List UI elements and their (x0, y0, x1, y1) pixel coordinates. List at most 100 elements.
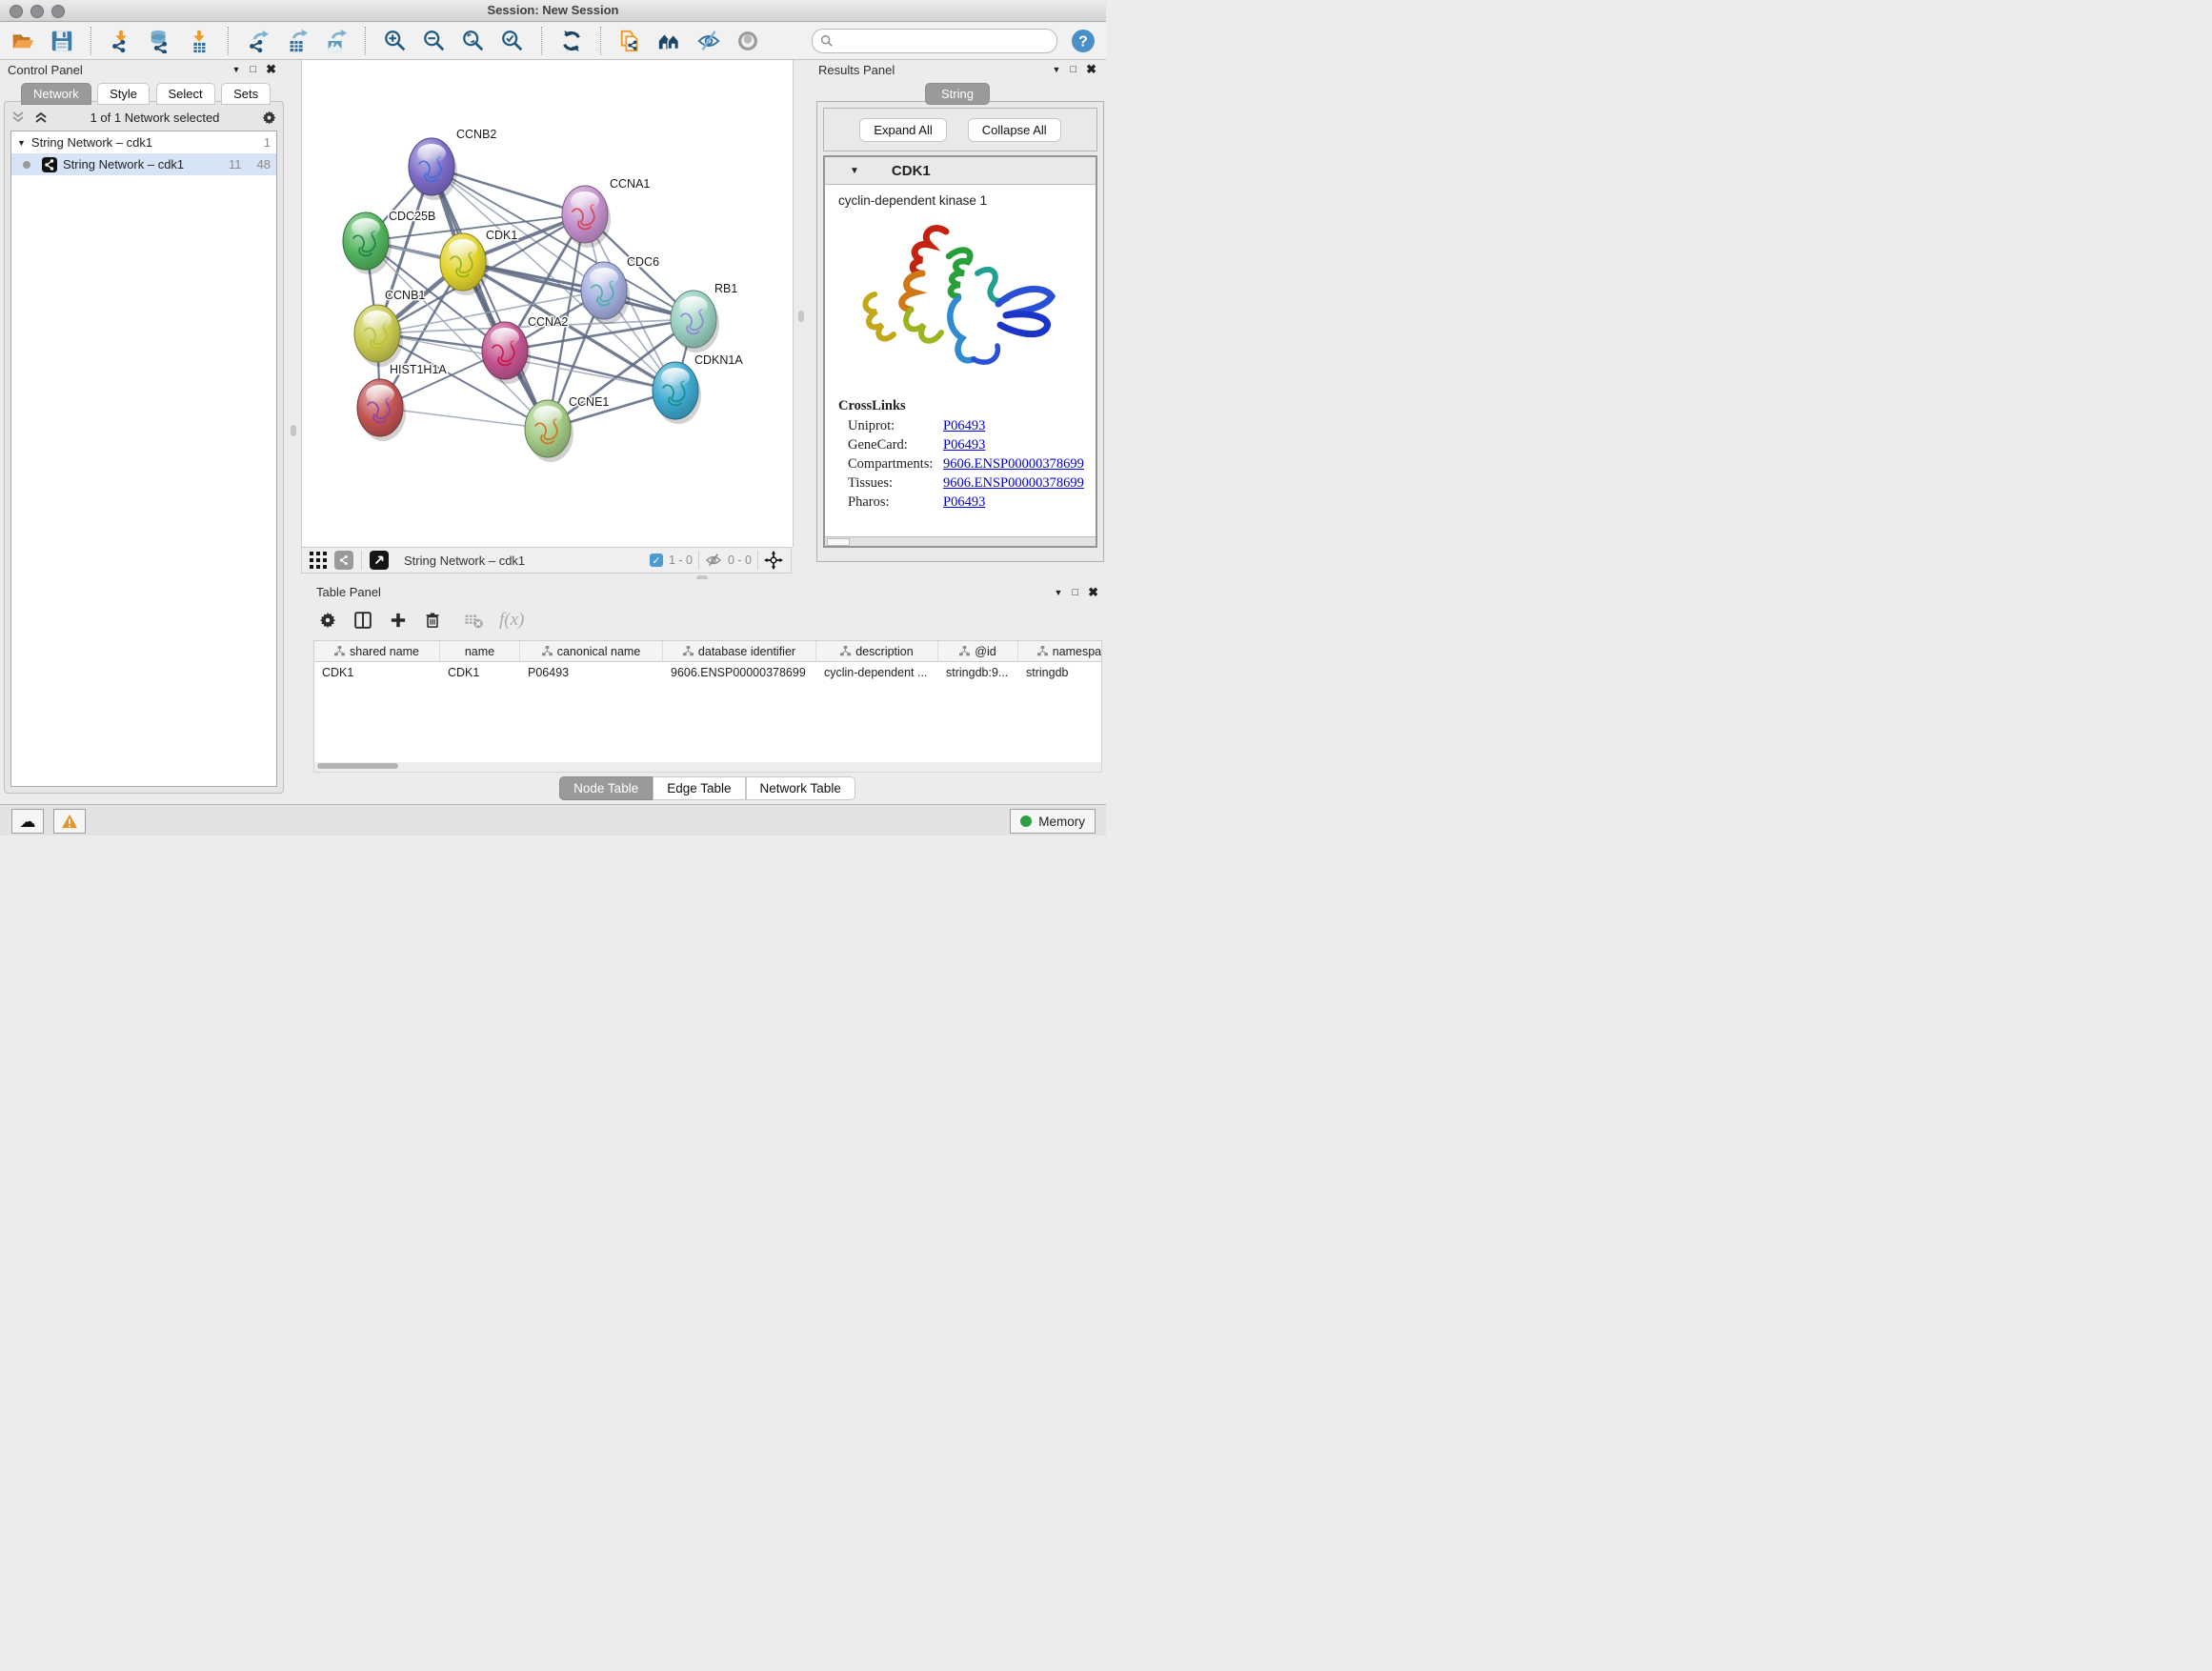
compartments-link[interactable]: 9606.ENSP00000378699 (943, 456, 1084, 473)
panel-float-icon[interactable]: □ (250, 64, 256, 75)
grid-view-icon[interactable] (310, 552, 327, 569)
detach-view-icon[interactable] (370, 551, 389, 570)
panel-float-icon[interactable]: □ (1072, 587, 1078, 598)
fit-content-crosshair-icon[interactable] (764, 551, 783, 570)
network-node[interactable] (482, 322, 531, 384)
protein-description: cyclin-dependent kinase 1 (825, 185, 1096, 208)
create-column-icon[interactable] (389, 611, 408, 630)
column-header[interactable]: shared name (314, 641, 440, 661)
splitter-handle[interactable] (291, 425, 296, 436)
tab-string[interactable]: String (925, 83, 990, 105)
panel-collapse-icon[interactable]: ▼ (1055, 588, 1063, 597)
svg-text:?: ? (1078, 33, 1088, 50)
splitter-handle[interactable] (798, 311, 804, 322)
network-node[interactable] (440, 233, 489, 295)
import-table-icon[interactable] (186, 28, 212, 54)
gear-icon[interactable] (261, 110, 277, 126)
panel-close-icon[interactable]: ✖ (1088, 585, 1098, 600)
network-row[interactable]: String Network – cdk1 11 48 (11, 153, 276, 175)
cell-name[interactable]: CDK1 (440, 662, 520, 682)
table-horizontal-scrollbar[interactable] (313, 762, 1102, 773)
cloud-icon: ☁ (20, 814, 36, 830)
search-box[interactable] (812, 29, 1057, 53)
network-node[interactable] (653, 362, 701, 424)
network-node[interactable] (357, 379, 406, 441)
cell-canonical-name[interactable]: P06493 (520, 662, 663, 682)
zoom-window-button[interactable] (51, 5, 65, 18)
genecard-link[interactable]: P06493 (943, 437, 985, 453)
panel-collapse-icon[interactable]: ▼ (1053, 65, 1061, 74)
zoom-fit-icon[interactable] (460, 28, 487, 54)
panel-close-icon[interactable]: ✖ (266, 62, 276, 77)
zoom-selected-icon[interactable] (499, 28, 526, 54)
column-header[interactable]: name (440, 641, 520, 661)
export-table-icon[interactable] (284, 28, 311, 54)
cloud-status-button[interactable]: ☁ (11, 809, 44, 834)
network-node[interactable] (525, 400, 573, 462)
table-gear-icon[interactable] (318, 611, 337, 630)
network-birdseye-icon[interactable] (334, 551, 353, 570)
pharos-link[interactable]: P06493 (943, 494, 985, 511)
tab-network[interactable]: Network (21, 83, 91, 105)
tab-sets[interactable]: Sets (221, 83, 271, 105)
results-scrollbar[interactable] (825, 536, 1096, 546)
memory-button[interactable]: Memory (1010, 809, 1096, 834)
traffic-lights[interactable] (10, 5, 65, 18)
show-all-icon[interactable] (734, 28, 761, 54)
zoom-out-icon[interactable] (421, 28, 448, 54)
network-node[interactable] (671, 291, 719, 352)
clone-network-icon[interactable] (617, 28, 644, 54)
panel-close-icon[interactable]: ✖ (1086, 62, 1096, 77)
column-header[interactable]: description (816, 641, 938, 661)
selected-checkbox-icon[interactable]: ✓ (650, 554, 663, 567)
tree-expander-icon[interactable]: ▼ (17, 138, 26, 148)
export-image-icon[interactable] (323, 28, 350, 54)
panel-float-icon[interactable]: □ (1070, 64, 1076, 75)
cell-database-identifier[interactable]: 9606.ENSP00000378699 (663, 662, 816, 682)
cell-description[interactable]: cyclin-dependent ... (816, 662, 938, 682)
cell-id[interactable]: stringdb:9... (938, 662, 1018, 682)
column-header[interactable]: namespace (1018, 641, 1102, 661)
first-neighbors-icon[interactable] (656, 28, 683, 54)
show-columns-icon[interactable] (352, 610, 373, 631)
export-network-icon[interactable] (245, 28, 271, 54)
network-node[interactable] (409, 138, 457, 200)
column-header[interactable]: @id (938, 641, 1018, 661)
close-window-button[interactable] (10, 5, 23, 18)
network-canvas[interactable]: CCNB2CCNA1CDC25BCDK1CDC6RB1CCNB1CCNA2CDK… (301, 60, 794, 547)
panel-collapse-icon[interactable]: ▼ (232, 65, 241, 74)
help-icon[interactable]: ? (1070, 28, 1096, 54)
tab-style[interactable]: Style (97, 83, 150, 105)
section-expander-icon[interactable]: ▼ (850, 166, 859, 176)
save-session-icon[interactable] (49, 28, 75, 54)
open-session-icon[interactable] (10, 28, 36, 54)
delete-column-icon[interactable] (423, 611, 442, 630)
zoom-in-icon[interactable] (382, 28, 409, 54)
minimize-window-button[interactable] (30, 5, 44, 18)
network-node[interactable] (354, 305, 403, 367)
cell-shared-name[interactable]: CDK1 (314, 662, 440, 682)
column-header[interactable]: database identifier (663, 641, 816, 661)
uniprot-link[interactable]: P06493 (943, 418, 985, 434)
tissues-link[interactable]: 9606.ENSP00000378699 (943, 475, 1084, 492)
search-input[interactable] (839, 33, 1049, 49)
expand-all-icon[interactable] (33, 110, 49, 125)
collapse-all-button[interactable]: Collapse All (968, 118, 1061, 142)
column-header[interactable]: canonical name (520, 641, 663, 661)
refresh-icon[interactable] (558, 28, 585, 54)
tab-edge-table[interactable]: Edge Table (653, 776, 745, 800)
network-node[interactable] (581, 262, 630, 324)
network-collection-row[interactable]: ▼ String Network – cdk1 1 (11, 131, 276, 153)
table-row[interactable]: CDK1 CDK1 P06493 9606.ENSP00000378699 cy… (314, 662, 1101, 682)
tab-select[interactable]: Select (156, 83, 215, 105)
warning-status-button[interactable] (53, 809, 86, 834)
expand-all-button[interactable]: Expand All (859, 118, 946, 142)
hide-selected-icon[interactable] (695, 28, 722, 54)
tab-node-table[interactable]: Node Table (559, 776, 653, 800)
import-network-database-icon[interactable] (147, 28, 173, 54)
network-edge[interactable] (432, 167, 548, 429)
collapse-all-icon[interactable] (10, 110, 26, 125)
cell-namespace[interactable]: stringdb (1018, 662, 1102, 682)
import-network-file-icon[interactable] (108, 28, 134, 54)
tab-network-table[interactable]: Network Table (746, 776, 855, 800)
